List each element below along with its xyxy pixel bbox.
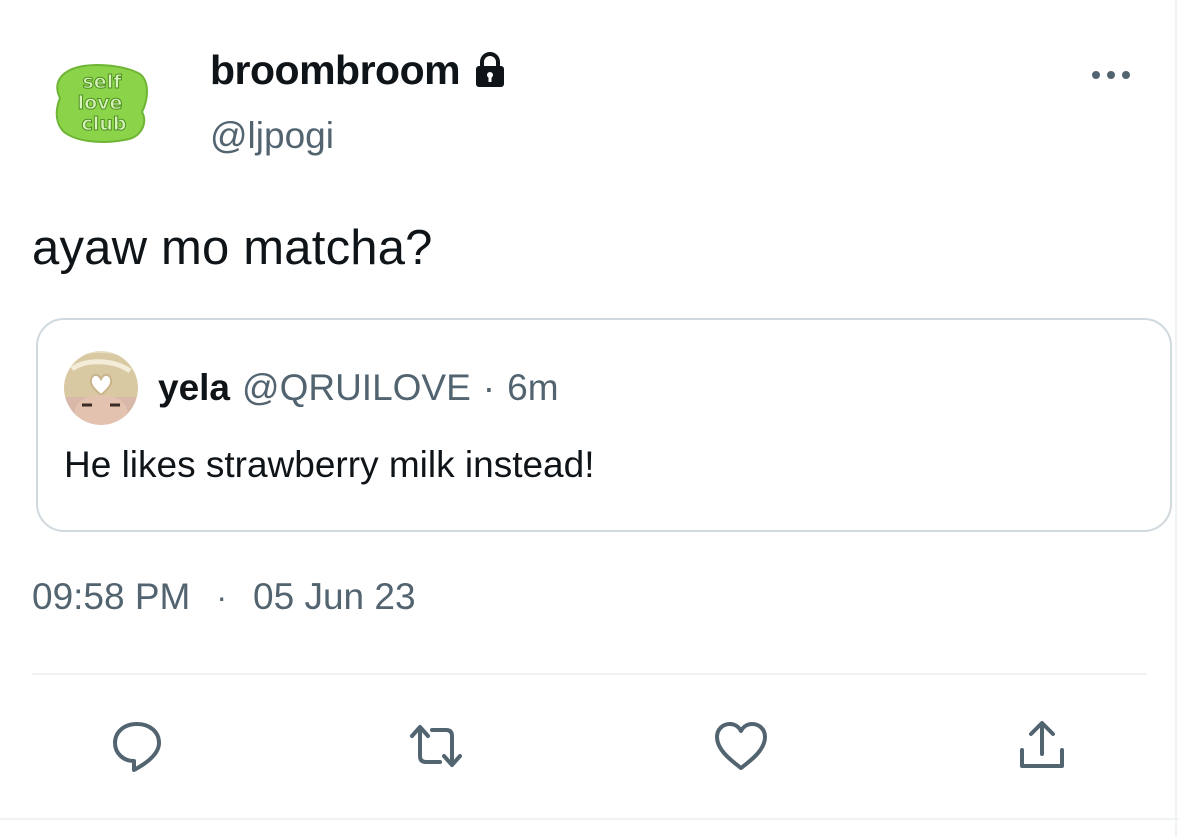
- quoted-author-avatar[interactable]: [64, 351, 138, 425]
- more-icon: [1092, 71, 1130, 79]
- meta-separator: ·: [482, 367, 496, 408]
- share-button[interactable]: [1010, 714, 1074, 778]
- lock-icon: [470, 50, 510, 90]
- quoted-tweet-text: He likes strawberry milk instead!: [64, 444, 595, 485]
- retweet-button[interactable]: [404, 714, 468, 778]
- quoted-tweet-header: yela @QRUILOVE · 6m: [64, 346, 559, 430]
- bottom-divider: [0, 818, 1179, 820]
- share-icon: [1020, 721, 1064, 768]
- svg-text:love: love: [78, 92, 123, 114]
- quoted-tweet[interactable]: yela @QRUILOVE · 6m He likes strawberry …: [36, 318, 1172, 532]
- timestamp-separator: ·: [216, 578, 228, 615]
- retweet-icon: [410, 725, 462, 767]
- svg-text:club: club: [82, 113, 127, 135]
- tweet-text: ayaw mo matcha?: [32, 221, 433, 275]
- author-avatar[interactable]: self love club: [52, 60, 152, 144]
- svg-text:self: self: [83, 71, 123, 93]
- quoted-author-name[interactable]: yela: [158, 367, 230, 409]
- author-handle[interactable]: @ljpogi: [210, 115, 334, 157]
- like-button[interactable]: [709, 714, 773, 778]
- reply-button[interactable]: [105, 714, 169, 778]
- tweet-timestamp: 09:58 PM · 05 Jun 23: [32, 572, 416, 622]
- tweet-card: self love club broombroom @ljpogi ayaw m…: [0, 0, 1179, 837]
- more-options-button[interactable]: [1087, 58, 1135, 92]
- reply-icon: [113, 722, 161, 772]
- right-edge: [1175, 0, 1177, 837]
- author-display-name[interactable]: broombroom: [210, 47, 461, 94]
- heart-icon: [715, 722, 767, 770]
- author-name-row: broombroom: [210, 42, 510, 98]
- quoted-tweet-time[interactable]: 6m: [507, 367, 558, 409]
- tweet-date[interactable]: 05 Jun 23: [253, 576, 416, 618]
- tweet-time[interactable]: 09:58 PM: [32, 576, 190, 618]
- quoted-tweet-meta: yela @QRUILOVE · 6m: [158, 367, 559, 409]
- quoted-author-handle[interactable]: @QRUILOVE: [242, 367, 471, 409]
- divider: [32, 673, 1147, 675]
